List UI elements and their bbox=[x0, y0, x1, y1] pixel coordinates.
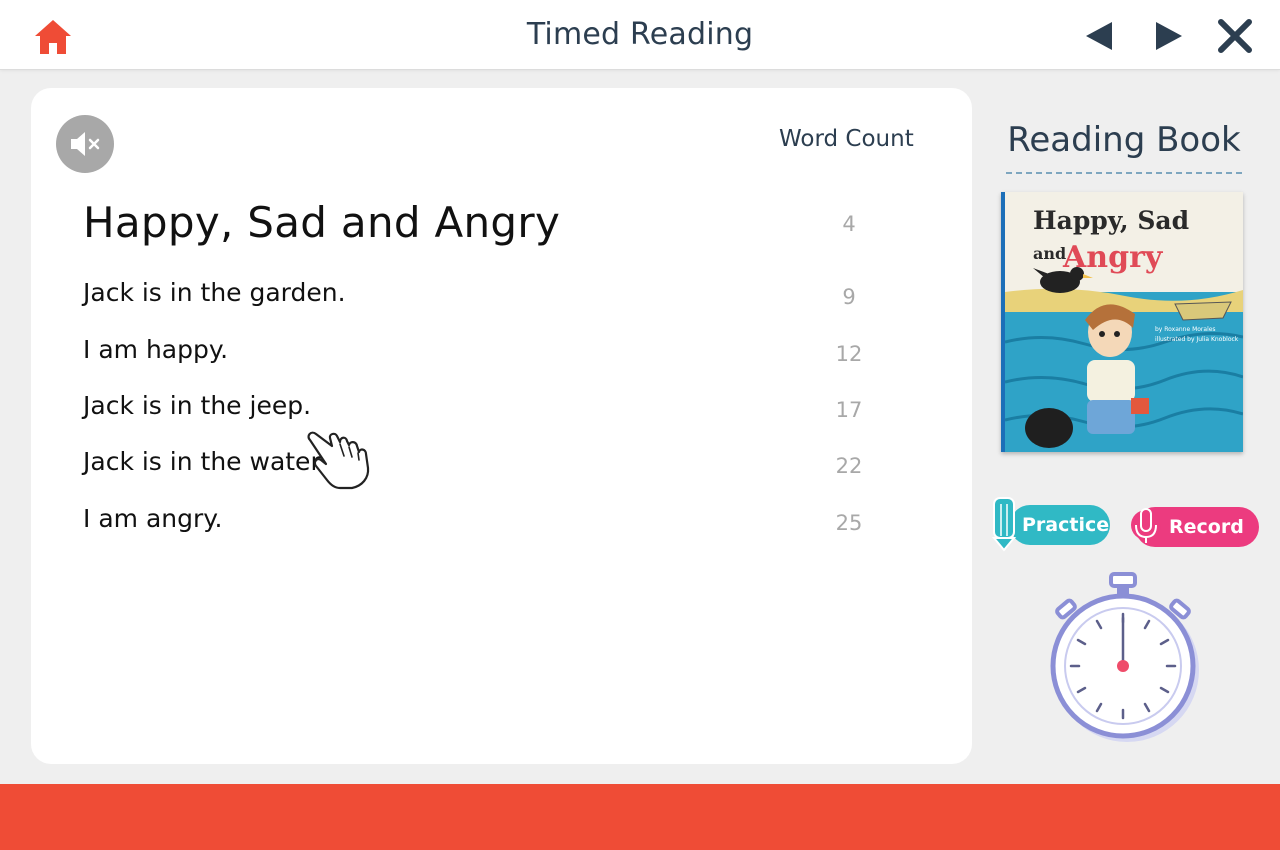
book-cover[interactable]: Happy, Sad and Angry by Roxanne Morales … bbox=[1001, 192, 1243, 452]
close-icon[interactable] bbox=[1215, 16, 1255, 56]
divider bbox=[1006, 172, 1242, 174]
home-icon[interactable] bbox=[33, 18, 73, 56]
word-count-value: 17 bbox=[835, 398, 863, 422]
top-bar: Timed Reading bbox=[0, 0, 1280, 70]
bottom-bar bbox=[0, 784, 1280, 850]
word-count-value: 22 bbox=[835, 454, 863, 478]
pencil-icon bbox=[991, 497, 1017, 552]
record-label: Record bbox=[1169, 516, 1244, 538]
passage-line[interactable]: Jack is in the jeep. bbox=[83, 391, 311, 420]
mute-button[interactable] bbox=[56, 115, 114, 173]
book-cover-credits: by Roxanne Morales illustrated by Julia … bbox=[1155, 326, 1239, 343]
word-count-value: 4 bbox=[842, 212, 856, 236]
passage-line[interactable]: I am happy. bbox=[83, 335, 228, 364]
word-count-value: 9 bbox=[842, 285, 856, 309]
practice-label: Practice bbox=[1022, 514, 1110, 536]
practice-button[interactable]: Practice bbox=[1010, 505, 1110, 545]
word-count-value: 12 bbox=[835, 342, 863, 366]
microphone-icon bbox=[1131, 508, 1161, 543]
word-count-header: Word Count bbox=[779, 126, 914, 152]
book-cover-title: and bbox=[1033, 244, 1067, 263]
speaker-muted-icon bbox=[71, 132, 100, 156]
triangle-right-icon[interactable] bbox=[1150, 18, 1186, 54]
passage-line[interactable]: Jack is in the water. bbox=[83, 447, 326, 476]
book-cover-title: Angry bbox=[1063, 240, 1163, 275]
passage-line[interactable]: Jack is in the garden. bbox=[83, 278, 346, 307]
reading-passage-card: Word Count Happy, Sad and Angry 4 Jack i… bbox=[31, 88, 972, 764]
passage-line[interactable]: I am angry. bbox=[83, 504, 222, 533]
story-title: Happy, Sad and Angry bbox=[83, 198, 561, 247]
book-cover-title: Happy, Sad bbox=[1033, 206, 1190, 235]
stopwatch-icon[interactable] bbox=[1043, 572, 1203, 752]
reading-book-heading: Reading Book bbox=[1007, 120, 1241, 160]
word-count-value: 25 bbox=[835, 511, 863, 535]
triangle-left-icon[interactable] bbox=[1082, 18, 1118, 54]
